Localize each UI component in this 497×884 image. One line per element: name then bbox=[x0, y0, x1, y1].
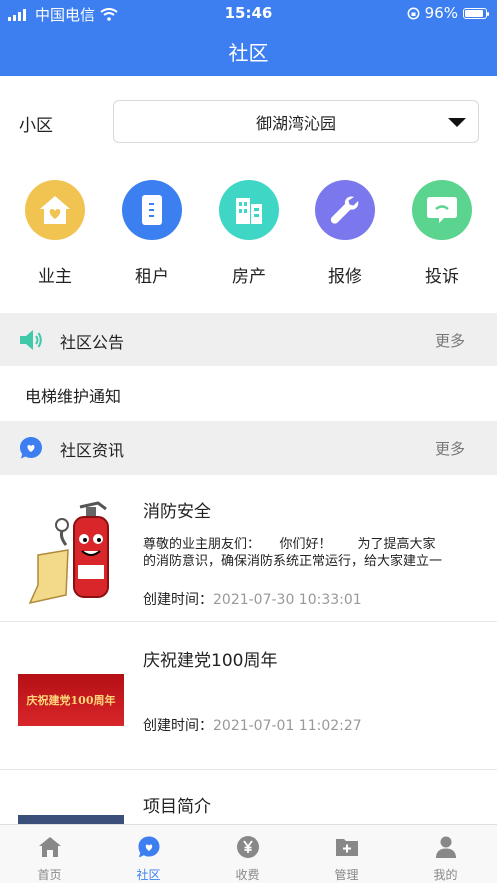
community-heart-icon bbox=[138, 836, 160, 858]
battery-percent: 96% bbox=[424, 4, 458, 22]
announcement-item[interactable]: 电梯维护通知 bbox=[0, 366, 497, 420]
quick-action-repair[interactable]: 报修 bbox=[305, 180, 385, 287]
user-icon bbox=[436, 836, 456, 858]
folder-plus-icon bbox=[336, 839, 358, 856]
news-more-link[interactable]: 更多 bbox=[435, 438, 465, 459]
tab-label: 首页 bbox=[37, 868, 62, 882]
tab-bar: 首页 社区 收费 管理 我的 bbox=[0, 824, 497, 883]
tab-label: 管理 bbox=[334, 868, 359, 882]
fire-extinguisher-image bbox=[18, 495, 124, 605]
house-heart-icon bbox=[25, 180, 85, 240]
wrench-icon bbox=[315, 180, 375, 240]
news-summary: 尊敬的业主朋友们： 你们好！ 为了提高大家 bbox=[143, 537, 436, 552]
news-header: 社区资讯 更多 bbox=[0, 421, 497, 475]
news-title: 消防安全 bbox=[143, 502, 211, 522]
status-right: 96% bbox=[407, 4, 489, 22]
battery-icon bbox=[463, 7, 489, 19]
building-icon bbox=[219, 180, 279, 240]
tab-home[interactable]: 首页 bbox=[0, 825, 99, 884]
tab-label: 我的 bbox=[433, 868, 458, 882]
quick-action-label: 投诉 bbox=[425, 267, 459, 287]
project-image bbox=[18, 815, 124, 824]
section-title: 社区公告 bbox=[60, 333, 125, 352]
banner-text: 庆祝建党100周年 bbox=[26, 694, 116, 707]
home-icon bbox=[39, 837, 61, 857]
community-select[interactable]: 御湖湾沁园 bbox=[113, 100, 479, 143]
nav-bar: 社区 bbox=[0, 26, 497, 76]
news-time-label: 创建时间： bbox=[143, 592, 213, 608]
news-title: 项目简介 bbox=[143, 797, 211, 817]
tab-management[interactable]: 管理 bbox=[297, 825, 396, 884]
page-title: 社区 bbox=[228, 40, 269, 65]
speaker-icon bbox=[20, 330, 42, 350]
news-item[interactable]: 庆祝建党100周年 庆祝建党100周年 创建时间：2021-07-01 11:0… bbox=[0, 622, 497, 770]
news-time-label: 创建时间： bbox=[143, 718, 213, 734]
quick-action-label: 报修 bbox=[328, 267, 362, 287]
announcements-header: 社区公告 更多 bbox=[0, 313, 497, 367]
quick-action-owner[interactable]: 业主 bbox=[15, 180, 95, 287]
news-item[interactable]: 消防安全 尊敬的业主朋友们： 你们好！ 为了提高大家 的消防意识，确保消防系统正… bbox=[0, 475, 497, 622]
quick-action-label: 业主 bbox=[38, 267, 72, 287]
orientation-lock-icon bbox=[407, 7, 420, 19]
news-summary: 的消防意识，确保消防系统正常运行，给大家建立一 bbox=[143, 554, 443, 569]
quick-action-complaint[interactable]: 投诉 bbox=[402, 180, 482, 287]
section-title: 社区资讯 bbox=[60, 441, 125, 460]
community-label: 小区 bbox=[19, 116, 53, 136]
tab-label: 收费 bbox=[235, 868, 260, 882]
announcement-title: 电梯维护通知 bbox=[25, 387, 122, 406]
news-time: 创建时间：2021-07-01 11:02:27 bbox=[143, 715, 362, 735]
news-time: 创建时间：2021-07-30 10:33:01 bbox=[143, 589, 362, 609]
community-selector-row: 小区 御湖湾沁园 bbox=[0, 100, 497, 144]
tab-fees[interactable]: 收费 bbox=[198, 825, 297, 884]
tab-community[interactable]: 社区 bbox=[99, 825, 198, 884]
tab-label: 社区 bbox=[136, 868, 161, 882]
news-time-value: 2021-07-01 11:02:27 bbox=[213, 718, 362, 734]
news-item[interactable]: 项目简介 bbox=[0, 770, 497, 824]
status-bar: 中国电信 15:46 96% bbox=[0, 0, 497, 26]
chevron-down-icon bbox=[448, 118, 466, 127]
message-icon bbox=[412, 180, 472, 240]
yen-icon bbox=[237, 836, 259, 858]
party-anniversary-banner: 庆祝建党100周年 bbox=[18, 674, 124, 726]
chat-heart-icon bbox=[20, 437, 42, 459]
quick-action-property[interactable]: 房产 bbox=[209, 180, 289, 287]
door-icon bbox=[122, 180, 182, 240]
quick-action-label: 房产 bbox=[232, 267, 266, 287]
quick-actions: 业主 租户 房产 报修 投诉 bbox=[0, 180, 497, 290]
announcements-more-link[interactable]: 更多 bbox=[435, 330, 465, 351]
news-time-value: 2021-07-30 10:33:01 bbox=[213, 592, 362, 608]
news-title: 庆祝建党100周年 bbox=[143, 651, 278, 671]
community-selected-value: 御湖湾沁园 bbox=[255, 113, 336, 133]
quick-action-tenant[interactable]: 租户 bbox=[112, 180, 192, 287]
quick-action-label: 租户 bbox=[135, 267, 169, 287]
tab-profile[interactable]: 我的 bbox=[396, 825, 495, 884]
